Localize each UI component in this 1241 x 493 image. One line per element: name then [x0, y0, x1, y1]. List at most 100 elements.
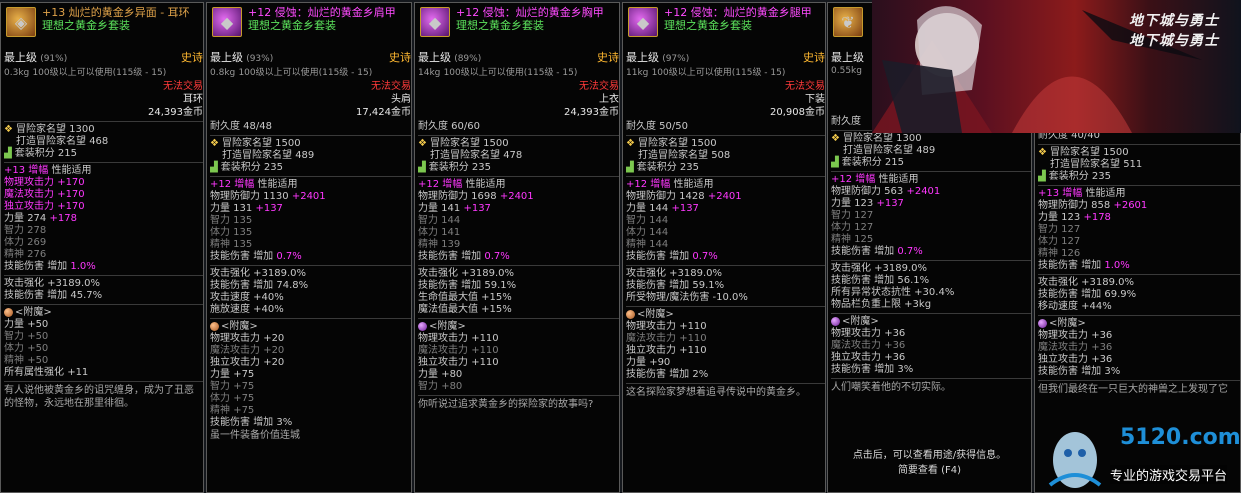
shoulder-icon[interactable]: ◆ [212, 7, 242, 37]
enchant-stat: 所有属性强化 [4, 367, 64, 378]
enchant-stat: 技能伤害 [626, 369, 666, 380]
craft-fame-value: 511 [1123, 159, 1143, 170]
enchant-value: +110 [471, 333, 499, 344]
craft-fame-value: 508 [711, 150, 731, 161]
enchant-stat: 智力 [418, 381, 438, 392]
level-req: 100级以上可以使用(115级 - 15) [238, 68, 373, 78]
enchant-value: +20 [263, 345, 285, 356]
perf-applies: 性能适用 [878, 174, 919, 185]
skill-dmg-value: 0.7% [484, 251, 510, 262]
divider [4, 381, 203, 382]
defense: 物理防御力 1428 [626, 191, 705, 202]
skill-dmg-value: 1.0% [70, 261, 96, 272]
extra-stat: 施放速度 +40% [210, 304, 284, 315]
amp-level: +12 [418, 179, 440, 190]
game-logo: 地下城与勇士 [1129, 13, 1219, 29]
weight: 14kg [418, 68, 441, 78]
extra-stat: 攻击强化 +3189.0% [626, 268, 723, 279]
enchant-value: +75 [233, 405, 255, 416]
leg-armor-icon[interactable]: ◆ [628, 7, 658, 37]
item-header: ◆ +12 侵蚀：灿烂的黄金乡胸甲 理想之黄金乡套装 [418, 3, 619, 51]
skill-dmg-label: 技能伤害 [626, 251, 666, 262]
enchant-stat: 力量 [210, 369, 230, 380]
enchant-stat: 力量 [626, 357, 646, 368]
grade-pct: (93%) [246, 54, 274, 64]
divider [1038, 380, 1240, 381]
grade: 最上级 [4, 51, 37, 64]
enchant-value: 2% [692, 369, 709, 380]
perf-applies: 性能适用 [257, 179, 298, 190]
enchant-label: <附魔> [221, 321, 258, 332]
price: 24,393金币 [564, 107, 619, 118]
extra-stat: 生命值最大值 +15% [418, 292, 512, 303]
set-points-label: 套装积分 [636, 162, 677, 173]
extra-stat: 技能伤害 增加 74.8% [210, 280, 309, 291]
enchant-value: 3% [897, 364, 914, 375]
divider [1038, 144, 1240, 145]
craft-fame-value: 489 [916, 145, 936, 156]
item-header: ◆ +12 侵蚀：灿烂的黄金乡腿甲 理想之黄金乡套装 [626, 3, 825, 51]
slot: 耳环 [183, 94, 203, 105]
enchant-stat: 精神 [210, 405, 230, 416]
stat-value: +170 [57, 177, 85, 188]
stat-spi: 精神 144 [626, 239, 669, 250]
chest-armor-icon[interactable]: ◆ [420, 7, 450, 37]
grade-pct: (97%) [662, 54, 690, 64]
durability: 耐久度 50/50 [626, 121, 688, 132]
rarity: 史诗 [389, 51, 411, 64]
set-points-value: 215 [57, 148, 77, 159]
fame: 冒险家名望 1500 [221, 138, 301, 149]
flavor-text: 你听说过追求黄金乡的探险家的故事吗? [418, 399, 594, 410]
item-title: +12 侵蚀：灿烂的黄金乡胸甲 [456, 6, 604, 19]
stat-vit: 体力 144 [626, 227, 669, 238]
extra-stat: 所有异常状态抗性 +30.4% [831, 287, 955, 298]
extra-stat: 技能伤害 增加 56.1% [831, 275, 930, 286]
enchant-stat: 物理攻击力 [418, 333, 468, 344]
watermark-site: 5120.com [1120, 425, 1241, 450]
divider [831, 313, 1031, 314]
enchant-stat: 力量 [418, 369, 438, 380]
divider [1038, 315, 1240, 316]
stat-str: 力量 144 [626, 203, 669, 214]
enchant-value: +36 [884, 352, 906, 363]
enchant-value: +36 [1091, 354, 1113, 365]
increase-label: 增加 [1081, 260, 1102, 271]
flavor-text: 人们嘲笑着他的不切实际。 [831, 382, 951, 393]
stat-str: 力量 141 [418, 203, 461, 214]
enchant-stat: 技能伤害 [831, 364, 871, 375]
divider [626, 306, 825, 307]
enchant-stat: 物理攻击力 [210, 333, 260, 344]
tooltip-footer[interactable]: 点击后，可以查看用途/获得信息。 简要查看 (F4) [827, 448, 1032, 478]
untradeable: 无法交易 [371, 81, 411, 92]
item-header: ◆ +12 侵蚀：灿烂的黄金乡肩甲 理想之黄金乡套装 [210, 3, 411, 51]
enchant-value: +90 [649, 357, 671, 368]
tooltip-chest: ◆ +12 侵蚀：灿烂的黄金乡胸甲 理想之黄金乡套装 最上级 (89%) 史诗 1… [414, 2, 620, 493]
stat-str: 力量 123 [831, 198, 874, 209]
enchant-stat: 魔法攻击力 [831, 340, 881, 351]
fame: 冒险家名望 1500 [637, 138, 717, 149]
enchant-stat: 技能伤害 [1038, 366, 1078, 377]
weight: 0.55kg [831, 66, 862, 76]
weight: 0.3kg [4, 68, 30, 78]
extra-stat: 物品栏负重上限 +3kg [831, 299, 932, 310]
fame-icon: ❖ [210, 138, 219, 149]
defense: 物理防御力 858 [1038, 200, 1111, 211]
amp-level: +12 [626, 179, 648, 190]
quick-view-hint[interactable]: 简要查看 (F4) [827, 463, 1032, 478]
earring-icon[interactable]: ◈ [6, 7, 36, 37]
flavor-text: 这名探险家梦想着追寻传说中的黄金乡。 [626, 387, 806, 398]
craft-fame-label: 打造冒险家名望 [638, 150, 708, 161]
enchant-stat: 技能伤害 [210, 417, 250, 428]
divider [418, 135, 619, 136]
set-points-label: 套装积分 [1048, 171, 1089, 182]
enchant-stat: 精神 [4, 355, 24, 366]
orb-icon [210, 321, 219, 331]
defense-bonus: +2401 [291, 191, 326, 202]
fame: 冒险家名望 1500 [429, 138, 509, 149]
extra-stat: 技能伤害 增加 59.1% [418, 280, 517, 291]
enchant-stat: 独立攻击力 [418, 357, 468, 368]
rarity: 史诗 [597, 51, 619, 64]
durability: 耐久度 60/60 [418, 121, 480, 132]
enchant-value: +50 [27, 355, 49, 366]
wing-icon[interactable]: ❦ [833, 7, 863, 37]
